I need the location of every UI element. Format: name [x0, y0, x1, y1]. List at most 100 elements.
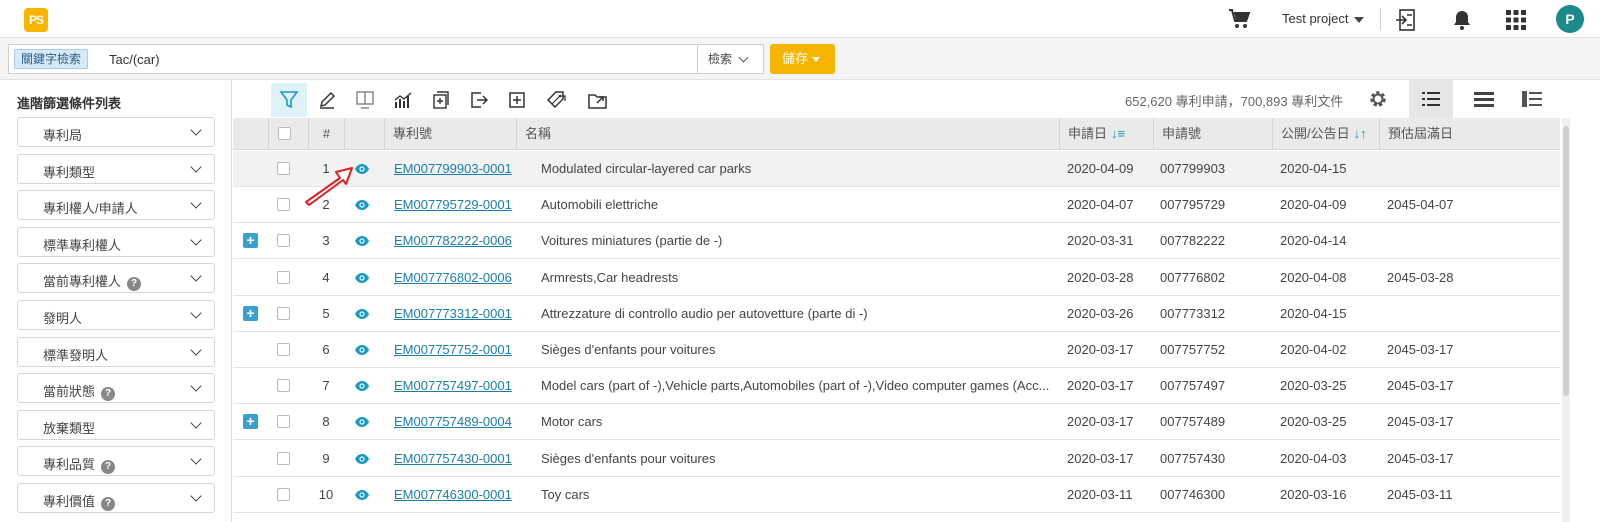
header-app-no[interactable]: 申請號 — [1153, 118, 1272, 150]
filter-tool-button[interactable] — [271, 83, 307, 117]
filter-dropdown[interactable]: 標準專利權人 — [17, 226, 215, 257]
application-date: 2020-03-31 — [1067, 233, 1134, 249]
header-select-all[interactable] — [268, 118, 308, 150]
filter-dropdown[interactable]: 標準發明人 — [17, 336, 215, 367]
row-checkbox[interactable] — [277, 198, 290, 212]
app-logo[interactable]: PS — [24, 8, 48, 32]
help-icon[interactable]: ? — [127, 277, 142, 292]
patent-number-link[interactable]: EM007757497-0001 — [394, 368, 519, 404]
row-checkbox[interactable] — [277, 234, 290, 248]
row-checkbox[interactable] — [277, 415, 290, 429]
patent-number-link[interactable]: EM007776802-0006 — [394, 260, 519, 296]
eye-icon[interactable] — [354, 308, 370, 320]
export-tool-button[interactable] — [461, 83, 497, 117]
header-pub-date[interactable]: 公開/公告日 ↓↑ — [1272, 118, 1379, 150]
highlight-tool-button[interactable] — [309, 83, 345, 117]
eye-icon[interactable] — [354, 344, 370, 356]
table-row[interactable]: 7 EM007757497-0001 Model cars (part of -),… — [233, 368, 1560, 405]
folder-export-tool-button[interactable] — [579, 83, 615, 117]
table-row[interactable]: 1 EM007799903-0001 Modulated circular-laye… — [233, 151, 1560, 187]
patent-number-link[interactable]: EM007746300-0001 — [394, 477, 519, 513]
chevron-down-icon — [190, 490, 202, 502]
table-row[interactable]: +8 EM007757489-0004 Motor cars 2020-03-17 00… — [233, 404, 1560, 441]
filter-dropdown[interactable]: 專利權人/申請人 — [17, 190, 215, 221]
patent-number-link[interactable]: EM007799903-0001 — [394, 151, 519, 187]
eye-icon[interactable] — [354, 272, 370, 284]
app-grid-icon[interactable] — [1504, 8, 1528, 32]
header-app-date[interactable]: 申請日 ↓≡ — [1059, 118, 1153, 150]
select-all-checkbox[interactable] — [278, 127, 291, 140]
rows-view-icon — [1474, 92, 1494, 107]
chart-icon — [394, 92, 412, 108]
table-row[interactable]: 4 EM007776802-0006 Armrests,Car headrests 2… — [233, 259, 1560, 296]
project-selector[interactable]: Test project — [1282, 11, 1365, 26]
scrollbar-thumb[interactable] — [1563, 126, 1569, 396]
row-checkbox[interactable] — [277, 270, 290, 284]
row-view-button[interactable] — [1461, 80, 1505, 118]
search-mode-dropdown[interactable]: 檢索 — [697, 45, 765, 73]
table-row[interactable]: 9 EM007757430-0001 Sièges d'enfants pour v… — [233, 440, 1560, 477]
compare-tool-button[interactable] — [347, 83, 383, 117]
tag-tool-button[interactable] — [537, 83, 573, 117]
row-checkbox[interactable] — [277, 162, 290, 175]
eye-icon[interactable] — [354, 416, 370, 428]
eye-icon[interactable] — [354, 380, 370, 392]
help-icon[interactable]: ? — [101, 497, 116, 511]
save-button[interactable]: 儲存 — [770, 44, 835, 74]
keyword-search-tag[interactable]: 關鍵字檢索 — [14, 49, 89, 69]
search-input[interactable] — [109, 49, 679, 69]
row-checkbox[interactable] — [277, 487, 290, 501]
table-row[interactable]: 10 EM007746300-0001 Toy cars 2020-03-11 0077… — [233, 476, 1560, 513]
help-icon[interactable]: ? — [101, 460, 116, 475]
sort-icon[interactable]: ↓↑ — [1354, 118, 1367, 150]
filter-dropdown[interactable]: 專利類型 — [17, 153, 215, 184]
analysis-tool-button[interactable] — [385, 83, 421, 117]
table-row[interactable]: +5 EM007773312-0001 Attrezzature di contro… — [233, 295, 1560, 332]
row-checkbox[interactable] — [277, 306, 290, 320]
eye-icon[interactable] — [354, 453, 370, 465]
filter-dropdown[interactable]: 專利品質? — [17, 446, 215, 477]
patent-number-link[interactable]: EM007757752-0001 — [394, 332, 519, 368]
split-view-button[interactable] — [1509, 80, 1553, 118]
patent-number-link[interactable]: EM007757430-0001 — [394, 441, 519, 477]
filter-dropdown[interactable]: 當前狀態? — [17, 373, 215, 404]
expand-row-icon[interactable]: + — [243, 414, 258, 430]
divider — [1380, 8, 1381, 30]
filter-dropdown[interactable]: 專利局 — [17, 117, 215, 147]
patent-number-link[interactable]: EM007773312-0001 — [394, 296, 519, 332]
filter-dropdown[interactable]: 當前專利權人? — [17, 263, 215, 294]
header-name[interactable]: 名稱 — [516, 118, 1059, 150]
header-expiry[interactable]: 預估屆滿日 — [1379, 118, 1560, 150]
table-scrollbar[interactable] — [1562, 118, 1570, 522]
sort-desc-icon[interactable]: ↓≡ — [1111, 118, 1125, 150]
expand-row-icon[interactable]: + — [243, 233, 258, 249]
bell-icon[interactable] — [1450, 8, 1474, 32]
filter-dropdown[interactable]: 發明人 — [17, 300, 215, 330]
add-tool-button[interactable] — [499, 83, 535, 117]
eye-icon[interactable] — [354, 235, 370, 247]
document-export-icon[interactable] — [1394, 8, 1418, 32]
add-to-folder-tool-button[interactable] — [423, 83, 459, 117]
user-avatar[interactable]: P — [1556, 5, 1584, 33]
filter-dropdown[interactable]: 放棄類型 — [17, 409, 215, 440]
publication-date: 2020-04-14 — [1280, 233, 1347, 249]
row-checkbox[interactable] — [277, 379, 290, 393]
cart-icon[interactable] — [1228, 8, 1252, 30]
table-row[interactable]: 6 EM007757752-0001 Sièges d'enfants pour v… — [233, 332, 1560, 368]
list-view-button[interactable] — [1409, 80, 1453, 118]
expand-row-icon[interactable]: + — [243, 305, 258, 321]
table-row[interactable]: +3 EM007782222-0006 Voitures miniatures (p… — [233, 223, 1560, 260]
filter-dropdown[interactable]: 專利價值? — [17, 483, 215, 513]
row-checkbox[interactable] — [277, 451, 290, 465]
patent-number-link[interactable]: EM007782222-0006 — [394, 223, 519, 259]
eye-icon[interactable] — [354, 489, 370, 501]
row-checkbox[interactable] — [277, 343, 290, 356]
patent-number-link[interactable]: EM007757489-0004 — [394, 404, 519, 440]
help-icon[interactable]: ? — [101, 387, 116, 402]
gear-icon[interactable] — [1368, 89, 1388, 109]
table-row[interactable]: 2 EM007795729-0001 Automobili elettriche 20… — [233, 187, 1560, 224]
search-box[interactable]: 關鍵字檢索 檢索 — [8, 44, 764, 74]
patent-number-link[interactable]: EM007795729-0001 — [394, 187, 519, 223]
pen-icon — [319, 91, 336, 109]
header-patent-no[interactable]: 專利號 — [384, 118, 516, 150]
